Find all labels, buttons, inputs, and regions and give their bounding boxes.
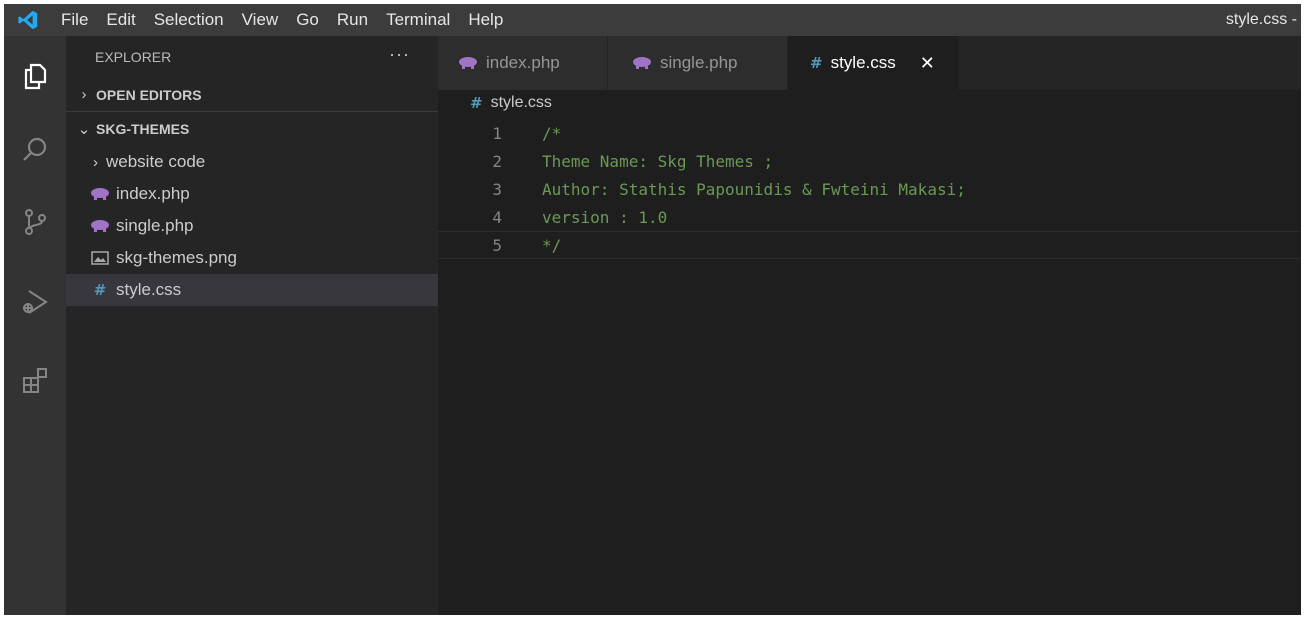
tab-label: index.php xyxy=(486,53,560,72)
open-editors-label: OPEN EDITORS xyxy=(96,86,202,103)
tree-item-label: skg-themes.png xyxy=(116,248,237,267)
code-line[interactable]: 4 version : 1.0 xyxy=(438,203,1301,231)
close-icon[interactable]: ✕ xyxy=(920,53,935,74)
extensions-icon[interactable] xyxy=(13,358,57,402)
code-editor[interactable]: 1 /* 2 Theme Name: Skg Themes ; 3 Author… xyxy=(438,119,1301,259)
css-hash-icon: # xyxy=(470,94,483,112)
window-title: style.css - xyxy=(1225,11,1297,28)
line-text: /* xyxy=(542,123,562,143)
css-hash-icon: # xyxy=(810,54,823,72)
chevron-right-icon: › xyxy=(81,86,87,103)
explorer-icon[interactable] xyxy=(13,54,57,98)
workspace-label: SKG-THEMES xyxy=(96,121,190,137)
code-line[interactable]: 3 Author: Stathis Papounidis & Fwteini M… xyxy=(438,175,1301,203)
vscode-logo-icon xyxy=(4,4,52,36)
tab-label: single.php xyxy=(660,53,738,72)
editor-tabs: index.php single.php # style.css ✕ xyxy=(438,36,1301,90)
tree-item-label: single.php xyxy=(116,216,194,235)
tab-single-php[interactable]: single.php xyxy=(608,36,788,90)
line-number: 1 xyxy=(492,123,502,143)
css-hash-icon: # xyxy=(93,281,107,299)
line-text: version : 1.0 xyxy=(542,207,668,227)
breadcrumb[interactable]: # style.css xyxy=(438,90,1301,116)
sidebar-header: EXPLORER ··· xyxy=(66,36,438,78)
menu-go[interactable]: Go xyxy=(287,4,328,36)
tree-item-style-css[interactable]: # style.css xyxy=(66,274,438,306)
tab-index-php[interactable]: index.php xyxy=(438,36,608,90)
php-icon xyxy=(632,56,652,70)
run-debug-icon[interactable] xyxy=(13,280,57,324)
line-number: 4 xyxy=(492,207,502,227)
open-editors-section[interactable]: › OPEN EDITORS xyxy=(66,78,438,112)
menu-file[interactable]: File xyxy=(52,4,97,36)
tree-item-single-php[interactable]: single.php xyxy=(66,210,438,242)
more-actions-icon[interactable]: ··· xyxy=(389,44,410,65)
source-control-icon[interactable] xyxy=(13,200,57,244)
menu-view[interactable]: View xyxy=(233,4,288,36)
tab-style-css[interactable]: # style.css ✕ xyxy=(788,36,960,90)
menu-run[interactable]: Run xyxy=(328,4,377,36)
php-icon xyxy=(88,187,112,201)
breadcrumb-file: style.css xyxy=(490,94,552,111)
search-icon[interactable] xyxy=(13,128,57,172)
line-number: 2 xyxy=(492,151,502,171)
php-icon xyxy=(458,56,478,70)
code-line[interactable]: 1 /* xyxy=(438,119,1301,147)
line-text: */ xyxy=(542,235,562,255)
chevron-right-icon: › xyxy=(93,153,98,171)
line-number: 5 xyxy=(492,235,502,255)
tree-item-label: website code xyxy=(106,152,206,171)
menu-terminal[interactable]: Terminal xyxy=(377,4,459,36)
tree-item-label: style.css xyxy=(116,280,182,299)
activity-bar xyxy=(4,36,66,615)
editor-area: index.php single.php # style.css ✕ # sty… xyxy=(438,36,1301,615)
line-text: Author: Stathis Papounidis & Fwteini Mak… xyxy=(542,179,966,199)
php-icon xyxy=(88,219,112,233)
menu-selection[interactable]: Selection xyxy=(145,4,233,36)
workspace-section[interactable]: ⌄ SKG-THEMES xyxy=(66,112,438,146)
sidebar-title: EXPLORER xyxy=(95,49,172,65)
title-bar: File Edit Selection View Go Run Terminal… xyxy=(4,4,1301,36)
tree-item-skg-themes-png[interactable]: skg-themes.png xyxy=(66,242,438,274)
menu-help[interactable]: Help xyxy=(459,4,512,36)
image-file-icon xyxy=(88,251,112,265)
code-line[interactable]: 2 Theme Name: Skg Themes ; xyxy=(438,147,1301,175)
tab-label: style.css xyxy=(830,53,896,72)
tree-item-label: index.php xyxy=(116,184,190,203)
code-line-current[interactable]: 5 */ xyxy=(438,231,1301,259)
tree-item-website-code[interactable]: › website code xyxy=(66,146,438,178)
explorer-sidebar: EXPLORER ··· › OPEN EDITORS ⌄ SKG-THEMES… xyxy=(66,36,438,615)
tree-item-index-php[interactable]: index.php xyxy=(66,178,438,210)
menu-edit[interactable]: Edit xyxy=(97,4,144,36)
vscode-window: File Edit Selection View Go Run Terminal… xyxy=(4,4,1301,615)
line-text: Theme Name: Skg Themes ; xyxy=(542,151,774,171)
chevron-down-icon: ⌄ xyxy=(77,121,91,138)
line-number: 3 xyxy=(492,179,502,199)
